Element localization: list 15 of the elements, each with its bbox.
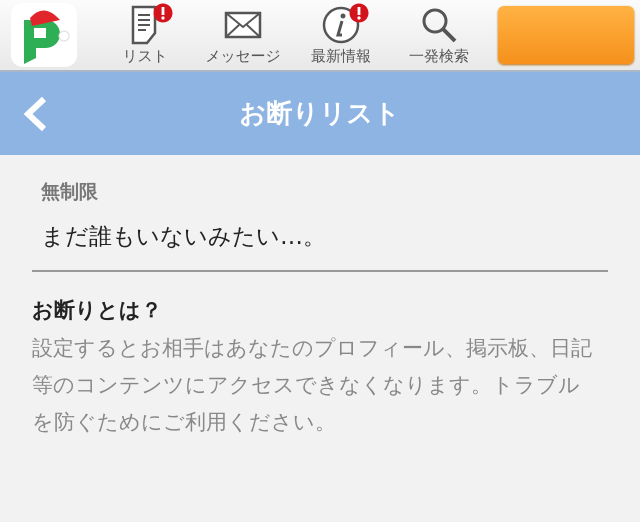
nav-label: 一発検索 [409, 46, 469, 66]
help-heading: お断りとは？ [32, 297, 163, 324]
nav-label: 最新情報 [311, 46, 371, 66]
help-text: 設定するとお相手はあなたのプロフィール、掲示板、日記等のコンテンツにアクセスできなくなります。トラブルを防ぐためにご利用ください。 [32, 335, 592, 436]
section-label: 無制限 [41, 180, 99, 205]
nav-label: メッセージ [206, 46, 280, 66]
action-button[interactable] [498, 6, 634, 64]
nav-item[interactable]: リスト [96, 4, 194, 66]
empty-message: まだ誰もいないみたい…。 [41, 223, 327, 252]
nav-item[interactable]: 最新情報 [292, 4, 390, 66]
nav-label: リスト [122, 46, 168, 66]
app-logo[interactable] [10, 2, 78, 68]
page-title: お断りリスト [240, 98, 400, 131]
nav-item[interactable]: メッセージ [194, 4, 292, 66]
nav-item[interactable]: 一発検索 [390, 4, 488, 66]
